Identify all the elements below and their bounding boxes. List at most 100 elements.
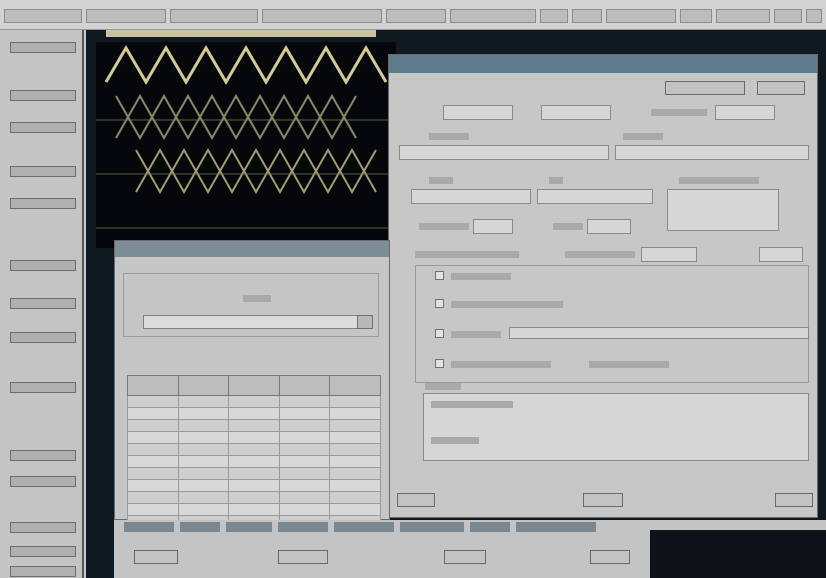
table-row[interactable] — [127, 503, 381, 516]
footer-button[interactable] — [444, 550, 486, 564]
table-cell — [278, 467, 331, 480]
sidebar-button[interactable] — [10, 522, 76, 533]
table-row[interactable] — [127, 395, 381, 408]
sidebar-button[interactable] — [10, 382, 76, 393]
dropdown[interactable] — [641, 247, 697, 262]
sidebar-button[interactable] — [10, 260, 76, 271]
sidebar-button[interactable] — [10, 298, 76, 309]
column-header[interactable] — [228, 375, 280, 396]
waveform-display — [96, 42, 396, 248]
menu-item[interactable] — [572, 9, 602, 23]
field-label — [415, 251, 519, 258]
text-field[interactable] — [411, 189, 531, 204]
date-field[interactable] — [443, 105, 513, 120]
table-row[interactable] — [127, 407, 381, 420]
magnifier-icon[interactable] — [357, 315, 373, 329]
option-checkbox[interactable] — [435, 359, 444, 368]
field-label — [589, 361, 669, 368]
footer-button[interactable] — [590, 550, 630, 564]
menu-item[interactable] — [170, 9, 258, 23]
menu-item[interactable] — [450, 9, 536, 23]
menu-item[interactable] — [806, 9, 822, 23]
table-row[interactable] — [127, 491, 381, 504]
table-row[interactable] — [127, 467, 381, 480]
dialog-button[interactable] — [775, 493, 813, 507]
footer-button[interactable] — [134, 550, 178, 564]
option-checkbox[interactable] — [435, 271, 444, 280]
text-field[interactable] — [615, 145, 809, 160]
record-editor-window — [388, 54, 818, 518]
column-header[interactable] — [329, 375, 381, 396]
waveform-graphic — [96, 45, 396, 229]
menu-item[interactable] — [680, 9, 712, 23]
field-label — [549, 177, 563, 184]
search-window — [114, 240, 390, 528]
text-field[interactable] — [537, 189, 653, 204]
text-field[interactable] — [509, 327, 809, 339]
menu-item[interactable] — [262, 9, 382, 23]
menu-item[interactable] — [386, 9, 446, 23]
table-cell — [228, 431, 280, 444]
table-cell — [278, 431, 331, 444]
table-cell — [177, 395, 230, 408]
table-cell — [177, 467, 230, 480]
dialog-button[interactable] — [583, 493, 623, 507]
menu-item[interactable] — [716, 9, 770, 23]
table-cell — [329, 407, 381, 420]
table-row[interactable] — [127, 443, 381, 456]
field-label — [565, 251, 635, 258]
time-field[interactable] — [473, 219, 513, 234]
table-cell — [329, 395, 381, 408]
text-field[interactable] — [399, 145, 609, 160]
table-cell — [278, 503, 331, 516]
window-action-button[interactable] — [757, 81, 805, 95]
sidebar-button[interactable] — [10, 566, 76, 577]
table-cell — [127, 467, 179, 480]
sidebar-button[interactable] — [10, 546, 76, 557]
sidebar-button[interactable] — [10, 198, 76, 209]
table-row[interactable] — [127, 419, 381, 432]
column-header[interactable] — [278, 375, 331, 396]
dialog-button[interactable] — [397, 493, 435, 507]
field-label — [429, 133, 469, 140]
date-field[interactable] — [541, 105, 611, 120]
table-cell — [127, 443, 179, 456]
time-field[interactable] — [587, 219, 631, 234]
table-cell — [127, 503, 179, 516]
dropdown[interactable] — [759, 247, 803, 262]
table-row[interactable] — [127, 479, 381, 492]
table-cell — [127, 491, 179, 504]
table-cell — [228, 467, 280, 480]
option-checkbox[interactable] — [435, 299, 444, 308]
table-cell — [278, 407, 331, 420]
sidebar-button[interactable] — [10, 450, 76, 461]
menu-item[interactable] — [4, 9, 82, 23]
column-header[interactable] — [177, 375, 230, 396]
notes-field[interactable] — [667, 189, 779, 231]
menu-item[interactable] — [606, 9, 676, 23]
field-label — [429, 177, 453, 184]
sidebar-button[interactable] — [10, 122, 76, 133]
table-row[interactable] — [127, 431, 381, 444]
table-cell — [127, 407, 179, 420]
field-label — [243, 295, 271, 302]
search-input[interactable] — [143, 315, 359, 329]
option-checkbox[interactable] — [435, 329, 444, 338]
sidebar-button[interactable] — [10, 476, 76, 487]
window-action-button[interactable] — [665, 81, 745, 95]
column-header[interactable] — [127, 375, 179, 396]
menu-item[interactable] — [86, 9, 166, 23]
sidebar-button[interactable] — [10, 42, 76, 53]
menu-item[interactable] — [774, 9, 802, 23]
table-row[interactable] — [127, 455, 381, 468]
sidebar-button[interactable] — [10, 166, 76, 177]
sidebar-button[interactable] — [10, 332, 76, 343]
sidebar-button[interactable] — [10, 90, 76, 101]
value-field[interactable] — [715, 105, 775, 120]
footer-button[interactable] — [278, 550, 328, 564]
table-cell — [127, 395, 179, 408]
header-strip — [106, 30, 376, 37]
table-cell — [228, 419, 280, 432]
checkbox-label — [451, 361, 551, 368]
menu-item[interactable] — [540, 9, 568, 23]
